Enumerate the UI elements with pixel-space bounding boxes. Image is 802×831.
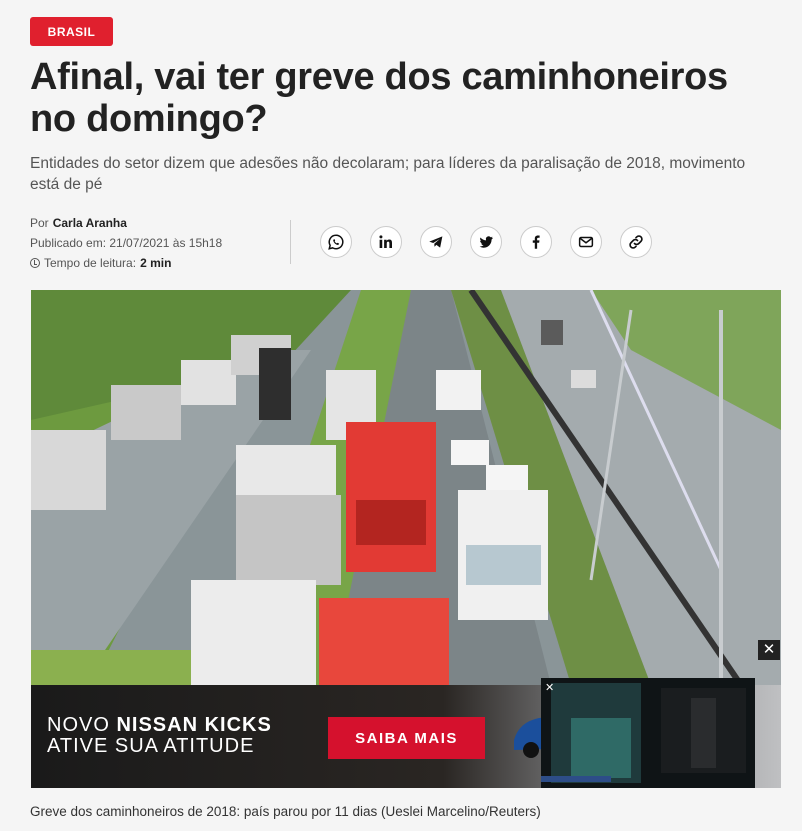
photo-caption: Greve dos caminhoneiros de 2018: país pa… (30, 804, 541, 819)
article-title: Afinal, vai ter greve dos caminhoneiros … (30, 56, 728, 140)
article-meta: Por Carla Aranha Publicado em: 21/07/202… (30, 213, 222, 273)
ad-line-1: NOVO NISSAN KICKS (47, 715, 272, 736)
truck-highway-illustration (31, 290, 781, 685)
share-linkedin-button[interactable] (370, 226, 402, 258)
read-time-label: Tempo de leitura: (44, 256, 137, 270)
ad-line-1a: NOVO (47, 714, 110, 736)
section-badge[interactable]: BRASIL (30, 17, 113, 46)
email-icon (578, 236, 594, 248)
ad-cta-button[interactable]: SAIBA MAIS (328, 717, 485, 759)
video-frame (541, 678, 755, 788)
video-close-button[interactable]: ✕ (545, 682, 554, 694)
whatsapp-icon (328, 234, 344, 250)
ad-line-2: ATIVE SUA ATITUDE (47, 735, 255, 757)
telegram-icon (429, 236, 443, 248)
read-time: Tempo de leitura: 2 min (30, 253, 222, 273)
byline: Por Carla Aranha (30, 213, 222, 233)
read-time-value: 2 min (140, 256, 172, 270)
published-date: Publicado em: 21/07/2021 às 15h18 (30, 233, 222, 253)
ad-line-1b: NISSAN KICKS (116, 714, 272, 736)
share-bar (320, 226, 652, 258)
share-facebook-button[interactable] (520, 226, 552, 258)
byline-prefix: Por (30, 216, 49, 230)
share-email-button[interactable] (570, 226, 602, 258)
ad-copy: NOVO NISSAN KICKS ATIVE SUA ATITUDE (47, 715, 272, 757)
share-telegram-button[interactable] (420, 226, 452, 258)
twitter-icon (479, 236, 493, 248)
copy-link-button[interactable] (620, 226, 652, 258)
article-photo (31, 290, 781, 685)
ad-close-button[interactable]: ✕ (758, 640, 780, 660)
facebook-icon (532, 235, 540, 249)
share-twitter-button[interactable] (470, 226, 502, 258)
share-whatsapp-button[interactable] (320, 226, 352, 258)
author-name[interactable]: Carla Aranha (53, 213, 127, 233)
meta-divider (290, 220, 291, 264)
video-player[interactable] (541, 678, 755, 788)
clock-icon (30, 258, 40, 268)
linkedin-icon (379, 235, 392, 248)
article-subtitle: Entidades do setor dizem que adesões não… (30, 155, 746, 193)
link-icon (629, 235, 643, 249)
published-text: Publicado em: 21/07/2021 às 15h18 (30, 236, 223, 250)
